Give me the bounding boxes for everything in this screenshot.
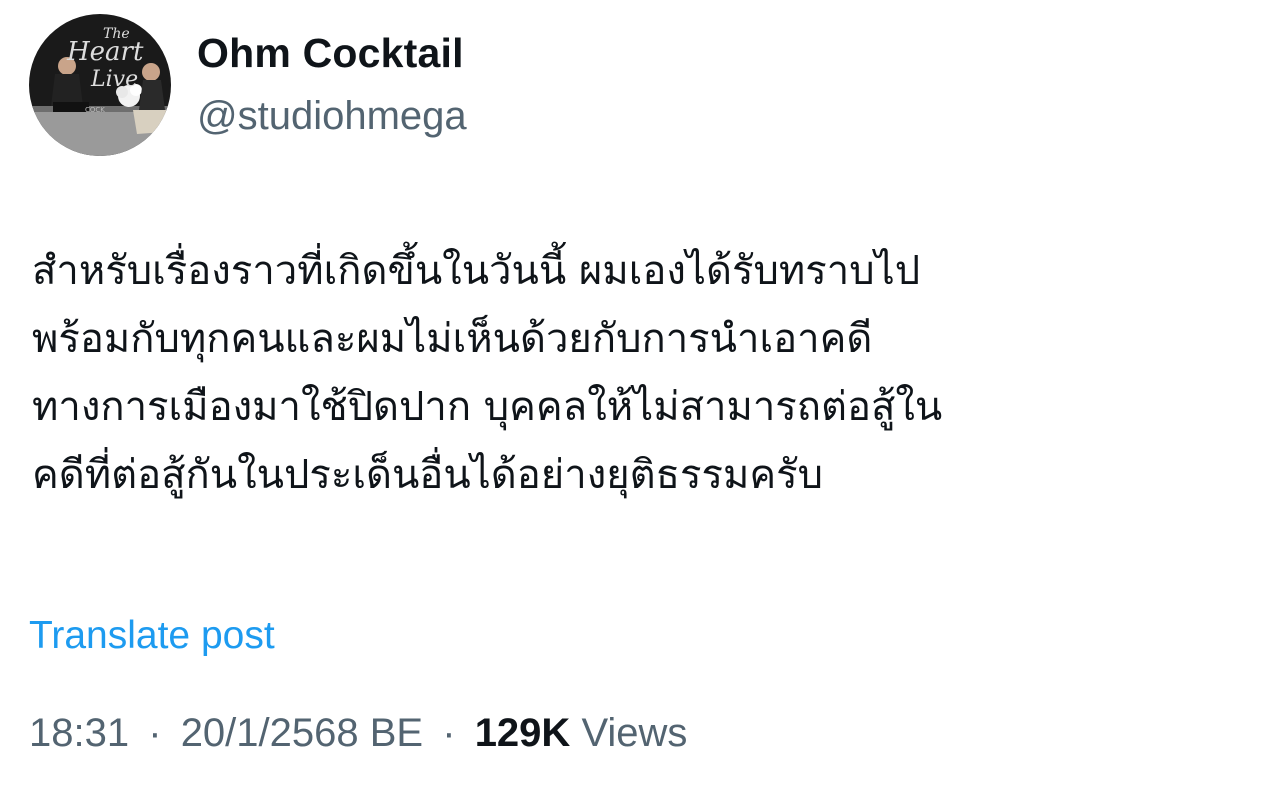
post-meta: 18:31 · 20/1/2568 BE · 129K Views [29,711,687,756]
post-text: สำหรับเรื่องราวที่เกิดขึ้นในวันนี้ ผมเอง… [32,237,1247,509]
post-text-line: สำหรับเรื่องราวที่เกิดขึ้นในวันนี้ ผมเอง… [32,248,921,294]
svg-text:The: The [103,26,130,42]
meta-separator: · [148,711,162,755]
post-text-line: ทางการเมืองมาใช้ปิดปาก บุคคลให้ไม่สามารถ… [32,384,943,430]
views-label: Views [581,711,688,755]
views-count[interactable]: 129K [475,711,571,755]
meta-separator: · [442,711,456,755]
avatar-photo: Heart Live The COCK [29,14,171,156]
svg-text:COCK: COCK [85,106,105,114]
author-handle[interactable]: @studiohmega [197,94,467,139]
translate-post-link[interactable]: Translate post [29,614,275,658]
post-text-line: คดีที่ต่อสู้กันในประเด็นอื่นได้อย่างยุติ… [32,452,824,498]
author-avatar[interactable]: Heart Live The COCK [29,14,171,156]
svg-text:Live: Live [90,67,138,92]
post-date[interactable]: 20/1/2568 BE [181,711,423,755]
post-time[interactable]: 18:31 [29,711,129,755]
post-text-line: พร้อมกับทุกคนและผมไม่เห็นด้วยกับการนำเอา… [32,316,873,362]
post-card: Heart Live The COCK Ohm Cocktail @studio… [0,0,1280,789]
author-display-name[interactable]: Ohm Cocktail [197,30,464,77]
